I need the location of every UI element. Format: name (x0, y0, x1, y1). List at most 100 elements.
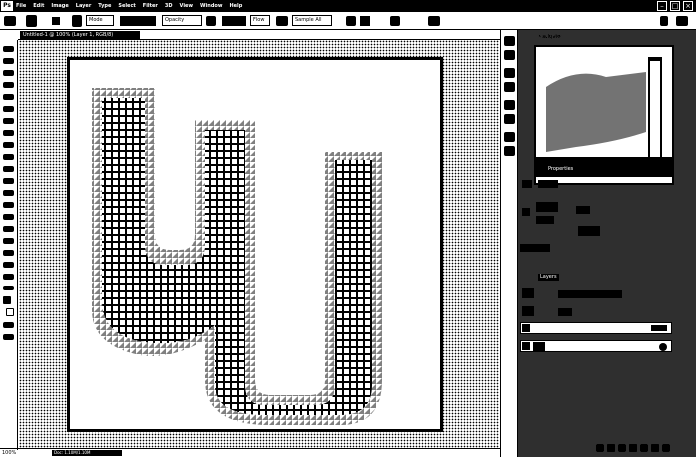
opacity-field[interactable]: Opacity (162, 15, 202, 26)
brush-panel-icon[interactable] (504, 100, 515, 110)
dodge-tool-icon[interactable] (3, 202, 14, 208)
frame-icon[interactable] (428, 16, 440, 26)
layer-name[interactable] (651, 325, 667, 331)
menu-layer[interactable]: Layer (76, 3, 92, 9)
pen-tool-icon[interactable] (3, 214, 14, 220)
blend-mode-dropdown[interactable] (522, 306, 534, 316)
menu-3d[interactable]: 3D (165, 3, 173, 9)
home-icon[interactable] (4, 16, 16, 26)
layer-thumbnail (533, 342, 545, 351)
flow-field[interactable]: Flow (250, 15, 270, 26)
eyedropper-tool-icon[interactable] (3, 106, 14, 112)
y-field[interactable] (578, 226, 600, 236)
menu-help[interactable]: Help (229, 3, 242, 9)
layer-row-active[interactable] (520, 322, 672, 334)
brush-settings-icon[interactable] (72, 15, 82, 27)
angle-icon[interactable] (346, 16, 356, 26)
layer-filter-icon[interactable] (522, 288, 534, 298)
document-canvas[interactable] (67, 57, 443, 432)
layer-style-icon[interactable] (607, 444, 615, 452)
type-tool-icon[interactable] (3, 226, 14, 232)
properties-icon[interactable] (522, 180, 532, 188)
brush-tool-icon[interactable] (26, 15, 37, 27)
menu-image[interactable]: Image (51, 3, 68, 9)
properties-field-1[interactable] (538, 180, 558, 188)
menu-edit[interactable]: Edit (33, 3, 44, 9)
layers-tab[interactable]: Layers (538, 274, 559, 281)
info-panel-icon[interactable] (504, 50, 515, 60)
symmetry-icon[interactable] (360, 16, 370, 26)
menu-window[interactable]: Window (200, 3, 222, 9)
flow-dropdown[interactable] (222, 16, 246, 26)
menu-view[interactable]: View (180, 3, 194, 9)
foreground-color-swatch[interactable] (3, 296, 11, 304)
navigator-tab[interactable]: Navigator (538, 33, 598, 42)
history-brush-tool-icon[interactable] (3, 154, 14, 160)
crop-tool-icon[interactable] (3, 94, 14, 100)
history-panel-icon[interactable] (504, 36, 515, 46)
lock-icon[interactable] (659, 343, 667, 351)
pressure-opacity-icon[interactable] (206, 16, 216, 26)
link-layers-icon[interactable] (596, 444, 604, 452)
mode-select[interactable]: Mode (86, 15, 114, 26)
airbrush-icon[interactable] (276, 16, 288, 26)
document-info[interactable]: Doc: 1.10M/1.10M (52, 450, 122, 456)
zoom-tool-icon[interactable] (3, 274, 14, 280)
swatches-panel-icon[interactable] (504, 82, 515, 92)
minimize-button[interactable]: – (657, 1, 667, 11)
opacity-field[interactable] (558, 308, 572, 316)
shape-tool-icon[interactable] (3, 250, 14, 256)
adjustments-panel-icon[interactable] (504, 114, 515, 124)
eye-icon[interactable] (522, 324, 530, 332)
eraser-tool-icon[interactable] (3, 166, 14, 172)
search-icon[interactable] (660, 16, 668, 26)
mode-dropdown[interactable] (120, 16, 156, 26)
layer-filter-buttons[interactable] (558, 290, 622, 298)
clone-stamp-tool-icon[interactable] (3, 142, 14, 148)
options-bar: Mode Opacity Flow Sample All (0, 12, 696, 30)
menu-type[interactable]: Type (98, 3, 111, 9)
menu-select[interactable]: Select (118, 3, 135, 9)
group-icon[interactable] (640, 444, 648, 452)
properties-tab[interactable]: Properties (546, 166, 576, 173)
workspace-icon[interactable] (676, 16, 688, 26)
more-tools-icon[interactable] (3, 286, 14, 290)
brush-preset-icon[interactable] (52, 17, 60, 25)
link-icon[interactable] (522, 208, 530, 216)
screen-mode-icon[interactable] (3, 334, 14, 340)
brush-tool-icon[interactable] (3, 130, 14, 136)
layer-row-background[interactable] (520, 340, 672, 352)
share-icon[interactable] (390, 16, 400, 26)
add-mask-icon[interactable] (618, 444, 626, 452)
align-buttons[interactable] (520, 244, 550, 252)
menu-file[interactable]: File (16, 3, 26, 9)
menu-filter[interactable]: Filter (143, 3, 158, 9)
character-panel-icon[interactable] (504, 132, 515, 142)
x-field[interactable] (576, 206, 590, 214)
sample-all-toggle[interactable]: Sample All (292, 15, 332, 26)
lasso-tool-icon[interactable] (3, 70, 14, 76)
path-selection-tool-icon[interactable] (3, 238, 14, 244)
gradient-tool-icon[interactable] (3, 178, 14, 184)
color-panel-icon[interactable] (504, 68, 515, 78)
adjustment-layer-icon[interactable] (629, 444, 637, 452)
move-tool-icon[interactable] (3, 46, 14, 52)
new-layer-icon[interactable] (651, 444, 659, 452)
hand-tool-icon[interactable] (3, 262, 14, 268)
background-color-swatch[interactable] (6, 308, 14, 316)
paragraph-panel-icon[interactable] (504, 146, 515, 156)
close-button[interactable]: × (683, 1, 693, 11)
document-tab[interactable]: Untitled-1 @ 100% (Layer 1, RGB/8) (20, 31, 140, 39)
quick-select-tool-icon[interactable] (3, 82, 14, 88)
navigator-preview[interactable] (534, 45, 674, 185)
zoom-level[interactable]: 100% (2, 449, 16, 457)
maximize-button[interactable]: □ (670, 1, 680, 11)
marquee-tool-icon[interactable] (3, 58, 14, 64)
healing-brush-tool-icon[interactable] (3, 118, 14, 124)
width-field[interactable] (536, 202, 558, 212)
blur-tool-icon[interactable] (3, 190, 14, 196)
height-field[interactable] (536, 216, 554, 224)
quick-mask-icon[interactable] (3, 322, 14, 328)
eye-icon[interactable] (522, 342, 530, 350)
delete-layer-icon[interactable] (662, 444, 670, 452)
